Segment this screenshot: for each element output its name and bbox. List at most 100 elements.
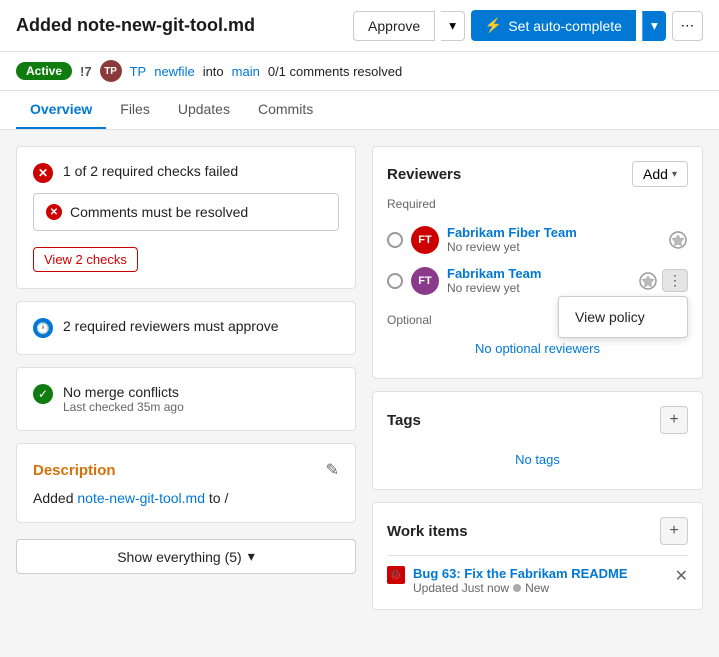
comments-subcard: ✕ Comments must be resolved [33,193,339,231]
reviewer-info-2: Fabrikam Team No review yet [447,266,630,295]
check-item-failed: ✕ 1 of 2 required checks failed [33,163,339,183]
policy-icon [669,231,687,249]
tags-header: Tags + [387,406,688,434]
tab-files[interactable]: Files [106,91,164,129]
tags-title: Tags [387,412,421,429]
desc-prefix: Added [33,490,77,506]
add-caret-icon: ▾ [672,169,677,180]
tab-updates[interactable]: Updates [164,91,244,129]
policy-icon-2 [639,272,657,290]
reviewer-kebab-button[interactable]: ⋮ [662,269,688,292]
divider [387,555,688,556]
approve-caret-button[interactable]: ▾ [441,11,465,41]
approve-button[interactable]: Approve [353,11,435,41]
description-edit-button[interactable]: ✎ [326,460,339,480]
autocomplete-caret-button[interactable]: ▾ [642,11,666,41]
top-bar-actions: Approve ▾ ⚡ Set auto-complete ▾ ⋯ [353,10,703,41]
work-item-meta: Updated Just now New [413,581,628,595]
work-items-header: Work items + [387,517,688,545]
description-body: Added note-new-git-tool.md to / [33,490,339,506]
bug-icon: 🐞 [387,566,405,584]
reviewer-radio-2 [387,273,403,289]
reviewer-status-2: No review yet [447,281,630,295]
check-icon: ✓ [33,384,53,404]
add-label: Add [643,166,668,182]
reviewer-row-1: FT Fabrikam Fiber Team No review yet [387,219,688,260]
tab-commits[interactable]: Commits [244,91,327,129]
reviewers-approve-item: 🕐 2 required reviewers must approve [33,318,339,338]
required-checks-text: 1 of 2 required checks failed [63,163,238,179]
view-policy-menu-item[interactable]: View policy [559,301,687,333]
reviewer-badge-1 [668,230,688,250]
tabs: Overview Files Updates Commits [0,91,719,130]
required-label: Required [387,197,688,211]
pr-number: !7 [80,64,92,79]
comments-resolved-text: Comments must be resolved [70,204,248,220]
work-item-title[interactable]: Bug 63: Fix the Fabrikam README [413,566,628,581]
reviewer-icons-2: ⋮ [638,269,688,292]
edit-icon: ✎ [326,462,339,479]
show-everything-button[interactable]: Show everything (5) ▾ [16,539,356,574]
more-icon: ⋯ [681,18,694,33]
tab-overview[interactable]: Overview [16,91,106,129]
reviewers-section: Reviewers Add ▾ Required FT Fabrikam Fib… [372,146,703,379]
view-checks-button[interactable]: View 2 checks [33,247,138,272]
work-item-info: 🐞 Bug 63: Fix the Fabrikam README Update… [387,566,628,595]
right-column: Reviewers Add ▾ Required FT Fabrikam Fib… [372,146,703,610]
main-branch-link[interactable]: main [232,64,260,79]
add-work-item-button[interactable]: + [660,517,688,545]
work-items-title: Work items [387,523,468,540]
reviewers-approve-text: 2 required reviewers must approve [63,318,279,334]
avatar: TP [100,60,122,82]
more-options-button[interactable]: ⋯ [672,11,703,41]
newfile-link[interactable]: newfile [154,64,194,79]
description-title: Description [33,462,116,479]
status-badge: Active [16,62,72,80]
chevron-down-icon: ▾ [248,548,255,565]
work-items-section: Work items + 🐞 Bug 63: Fix the Fabrikam … [372,502,703,610]
merge-conflicts-card: ✓ No merge conflicts Last checked 35m ag… [16,367,356,431]
status-text: New [525,581,549,595]
no-merge-item: ✓ No merge conflicts Last checked 35m ag… [33,384,339,414]
desc-suffix: to / [205,490,228,506]
add-tag-button[interactable]: + [660,406,688,434]
reviewer-status-1: No review yet [447,240,660,254]
into-text: into [203,64,224,79]
reviewer-badge-2 [638,271,658,291]
author-link[interactable]: TP [130,64,147,79]
pr-meta: Active !7 TP TP newfile into main 0/1 co… [0,52,719,91]
show-everything-label: Show everything (5) [117,549,242,565]
add-reviewer-button[interactable]: Add ▾ [632,161,688,187]
reviewers-title: Reviewers [387,166,461,183]
reviewers-approve-card: 🕐 2 required reviewers must approve [16,301,356,355]
reviewer-name-1: Fabrikam Fiber Team [447,225,660,240]
work-item-close-button[interactable]: ✕ [675,566,688,586]
reviewer-icons-1 [668,230,688,250]
reviewer-info-1: Fabrikam Fiber Team No review yet [447,225,660,254]
left-column: ✕ 1 of 2 required checks failed ✕ Commen… [16,146,356,610]
top-bar: Added note-new-git-tool.md Approve ▾ ⚡ S… [0,0,719,52]
no-merge-text: No merge conflicts [63,384,184,400]
updated-text: Updated Just now [413,581,509,595]
reviewer-avatar-1: FT [411,226,439,254]
pr-title: Added note-new-git-tool.md [16,15,255,36]
no-tags-text: No tags [387,444,688,475]
tags-section: Tags + No tags [372,391,703,490]
x-icon-small: ✕ [46,204,62,220]
status-dot [513,584,521,592]
desc-file-link[interactable]: note-new-git-tool.md [77,490,205,506]
work-item-row: 🐞 Bug 63: Fix the Fabrikam README Update… [387,566,688,595]
reviewer-avatar-2: FT [411,267,439,295]
reviewers-header: Reviewers Add ▾ [387,161,688,187]
main-content: ✕ 1 of 2 required checks failed ✕ Commen… [0,130,719,626]
autocomplete-icon: ⚡ [485,17,502,34]
set-autocomplete-button[interactable]: ⚡ Set auto-complete [471,10,636,41]
description-card: Description ✎ Added note-new-git-tool.md… [16,443,356,523]
description-header: Description ✎ [33,460,339,480]
checks-card: ✕ 1 of 2 required checks failed ✕ Commen… [16,146,356,289]
context-menu: View policy [558,296,688,338]
clock-icon: 🕐 [33,318,53,338]
reviewer-radio-1 [387,232,403,248]
reviewer-row-2: FT Fabrikam Team No review yet ⋮ [387,260,688,301]
x-icon: ✕ [33,163,53,183]
